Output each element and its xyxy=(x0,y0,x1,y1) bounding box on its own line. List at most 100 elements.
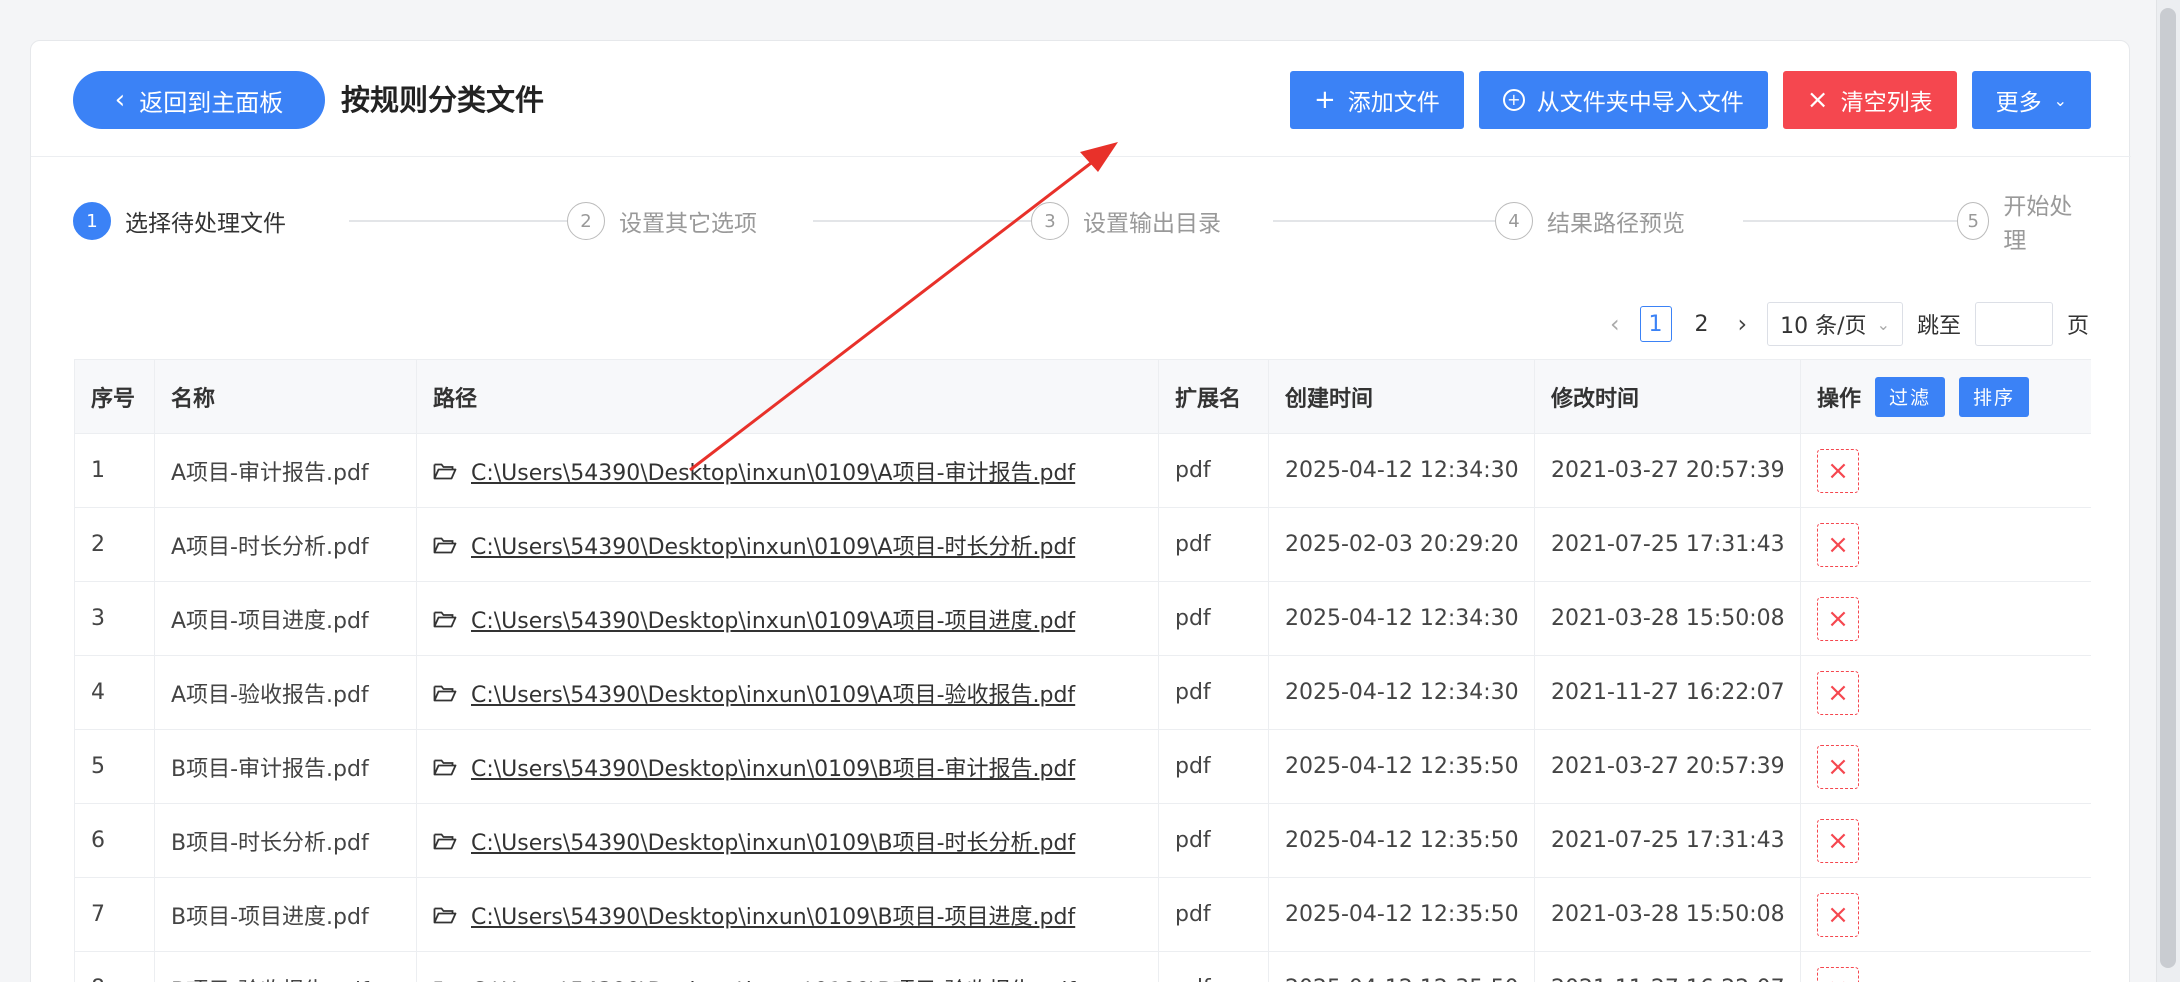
file-path-link[interactable]: C:\Users\54390\Desktop\inxun\0109\B项目-项目… xyxy=(471,899,1075,931)
table-row[interactable]: 7 B项目-项目进度.pdf C:\Users\54390\Desktop\in… xyxy=(74,877,2091,952)
table-row[interactable]: 8 B项目-验收报告.pdf C:\Users\54390\Desktop\in… xyxy=(74,951,2091,982)
page-size-value: 10 条/页 xyxy=(1780,314,1867,339)
chevron-down-icon: ⌄ xyxy=(2053,90,2067,110)
table-row[interactable]: 1 A项目-审计报告.pdf C:\Users\54390\Desktop\in… xyxy=(74,433,2091,508)
import-folder-button[interactable]: + 从文件夹中导入文件 xyxy=(1478,71,1768,129)
row-path: C:\Users\54390\Desktop\inxun\0109\A项目-项目… xyxy=(416,581,1159,656)
row-path: C:\Users\54390\Desktop\inxun\0109\B项目-项目… xyxy=(416,877,1159,952)
row-file-name: B项目-项目进度.pdf xyxy=(154,877,417,952)
clear-list-button[interactable]: × 清空列表 xyxy=(1782,71,1957,129)
col-index: 序号 xyxy=(74,359,155,434)
col-path: 路径 xyxy=(416,359,1159,434)
row-path: C:\Users\54390\Desktop\inxun\0109\A项目-时长… xyxy=(416,507,1159,582)
table-row[interactable]: 6 B项目-时长分析.pdf C:\Users\54390\Desktop\in… xyxy=(74,803,2091,878)
folder-open-icon xyxy=(433,611,457,627)
step-number: 2 xyxy=(567,202,605,240)
prev-page-icon[interactable]: ‹ xyxy=(1604,310,1626,338)
row-extension: pdf xyxy=(1158,951,1269,982)
file-path-link[interactable]: C:\Users\54390\Desktop\inxun\0109\A项目-时长… xyxy=(471,529,1075,561)
col-modified: 修改时间 xyxy=(1534,359,1801,434)
header-bar: ‹ 返回到主面板 按规则分类文件 + 添加文件 + 从文件夹中导入文件 × 清空… xyxy=(31,41,2131,157)
folder-open-icon xyxy=(434,981,443,982)
file-table-container: 序号 名称 路径 扩展名 创建时间 修改时间 操作 过滤 排序 1 A项目-审计… xyxy=(74,359,2091,982)
close-icon: × xyxy=(1827,603,1849,634)
more-button[interactable]: 更多 ⌄ xyxy=(1971,71,2091,129)
page-title: 按规则分类文件 xyxy=(341,83,545,117)
table-row[interactable]: 3 A项目-项目进度.pdf C:\Users\54390\Desktop\in… xyxy=(74,581,2091,656)
file-path-link[interactable]: C:\Users\54390\Desktop\inxun\0109\A项目-验收… xyxy=(471,677,1075,709)
row-created-time: 2025-02-03 20:29:20 xyxy=(1268,507,1535,582)
file-table: 序号 名称 路径 扩展名 创建时间 修改时间 操作 过滤 排序 1 A项目-审计… xyxy=(74,359,2091,982)
row-file-name: A项目-验收报告.pdf xyxy=(154,655,417,730)
row-index: 4 xyxy=(74,655,155,730)
row-path: C:\Users\54390\Desktop\inxun\0109\A项目-验收… xyxy=(416,655,1159,730)
step-label: 开始处理 xyxy=(2003,194,2073,254)
table-row[interactable]: 4 A项目-验收报告.pdf C:\Users\54390\Desktop\in… xyxy=(74,655,2091,730)
step-5[interactable]: 5 开始处理 xyxy=(1957,194,2091,254)
scrollbar-thumb[interactable] xyxy=(2160,8,2176,968)
row-actions: × xyxy=(1800,507,2091,582)
back-button-label: 返回到主面板 xyxy=(139,88,284,117)
delete-row-button[interactable]: × xyxy=(1817,818,1859,863)
back-to-dashboard-button[interactable]: ‹ 返回到主面板 xyxy=(73,71,325,129)
row-index: 5 xyxy=(74,729,155,804)
folder-open-icon xyxy=(433,759,457,775)
more-label: 更多 xyxy=(1995,90,2042,116)
folder-open-icon xyxy=(433,463,457,479)
step-number: 1 xyxy=(73,202,111,240)
row-file-name: A项目-时长分析.pdf xyxy=(154,507,417,582)
step-number: 4 xyxy=(1495,202,1533,240)
step-label: 选择待处理文件 xyxy=(125,211,286,237)
jump-page-input[interactable] xyxy=(1974,302,2053,346)
col-actions: 操作 过滤 排序 xyxy=(1800,359,2091,434)
add-file-label: 添加文件 xyxy=(1347,90,1440,116)
row-modified-time: 2021-07-25 17:31:43 xyxy=(1534,803,1801,878)
delete-row-button[interactable]: × xyxy=(1817,522,1859,567)
filter-button[interactable]: 过滤 xyxy=(1875,376,1946,417)
plus-circle-icon: + xyxy=(1502,89,1525,111)
row-actions: × xyxy=(1800,433,2091,508)
row-modified-time: 2021-03-27 20:57:39 xyxy=(1534,729,1801,804)
step-4[interactable]: 4 结果路径预览 xyxy=(1495,199,1695,243)
delete-row-button[interactable]: × xyxy=(1817,448,1859,493)
folder-open-icon xyxy=(433,833,457,849)
row-extension: pdf xyxy=(1158,581,1269,656)
row-created-time: 2025-04-12 12:35:50 xyxy=(1268,729,1535,804)
row-path: C:\Users\54390\Desktop\inxun\0109\A项目-审计… xyxy=(416,433,1159,508)
step-indicator: 1 选择待处理文件 2 设置其它选项 3 设置输出目录 4 结果路径预览 5 开… xyxy=(73,194,2091,254)
file-path-link[interactable]: C:\Users\54390\Desktop\inxun\0109\B项目-验收… xyxy=(471,973,1075,982)
step-number: 3 xyxy=(1031,202,1069,240)
delete-row-button[interactable]: × xyxy=(1817,966,1859,982)
row-extension: pdf xyxy=(1158,507,1269,582)
step-1[interactable]: 1 选择待处理文件 xyxy=(73,199,296,243)
delete-row-button[interactable]: × xyxy=(1817,892,1859,937)
sort-button[interactable]: 排序 xyxy=(1959,376,2030,417)
page-scrollbar[interactable] xyxy=(2156,0,2180,982)
file-path-link[interactable]: C:\Users\54390\Desktop\inxun\0109\B项目-时长… xyxy=(471,825,1075,857)
step-2[interactable]: 2 设置其它选项 xyxy=(567,199,767,243)
toolbar: + 添加文件 + 从文件夹中导入文件 × 清空列表 更多 ⌄ xyxy=(1290,71,2091,129)
table-row[interactable]: 5 B项目-审计报告.pdf C:\Users\54390\Desktop\in… xyxy=(74,729,2091,804)
next-page-icon[interactable]: › xyxy=(1732,310,1754,338)
file-path-link[interactable]: C:\Users\54390\Desktop\inxun\0109\B项目-审计… xyxy=(471,751,1075,783)
page-size-select[interactable]: 10 条/页 ⌄ xyxy=(1767,302,1903,346)
page-2[interactable]: 2 xyxy=(1686,306,1718,342)
step-label: 设置输出目录 xyxy=(1083,211,1221,237)
close-icon: × xyxy=(1806,85,1829,115)
row-index: 8 xyxy=(74,951,155,982)
row-actions: × xyxy=(1800,729,2091,804)
delete-row-button[interactable]: × xyxy=(1817,670,1859,715)
folder-open-icon xyxy=(433,537,457,553)
close-icon: × xyxy=(1827,825,1849,856)
page-1[interactable]: 1 xyxy=(1639,306,1672,342)
add-file-button[interactable]: + 添加文件 xyxy=(1290,71,1464,129)
file-path-link[interactable]: C:\Users\54390\Desktop\inxun\0109\A项目-项目… xyxy=(471,603,1075,635)
delete-row-button[interactable]: × xyxy=(1817,744,1859,789)
delete-row-button[interactable]: × xyxy=(1817,596,1859,641)
row-actions: × xyxy=(1800,581,2091,656)
row-path: C:\Users\54390\Desktop\inxun\0109\B项目-时长… xyxy=(416,803,1159,878)
row-modified-time: 2021-07-25 17:31:43 xyxy=(1534,507,1801,582)
step-3[interactable]: 3 设置输出目录 xyxy=(1031,199,1231,243)
file-path-link[interactable]: C:\Users\54390\Desktop\inxun\0109\A项目-审计… xyxy=(471,455,1075,487)
table-row[interactable]: 2 A项目-时长分析.pdf C:\Users\54390\Desktop\in… xyxy=(74,507,2091,582)
